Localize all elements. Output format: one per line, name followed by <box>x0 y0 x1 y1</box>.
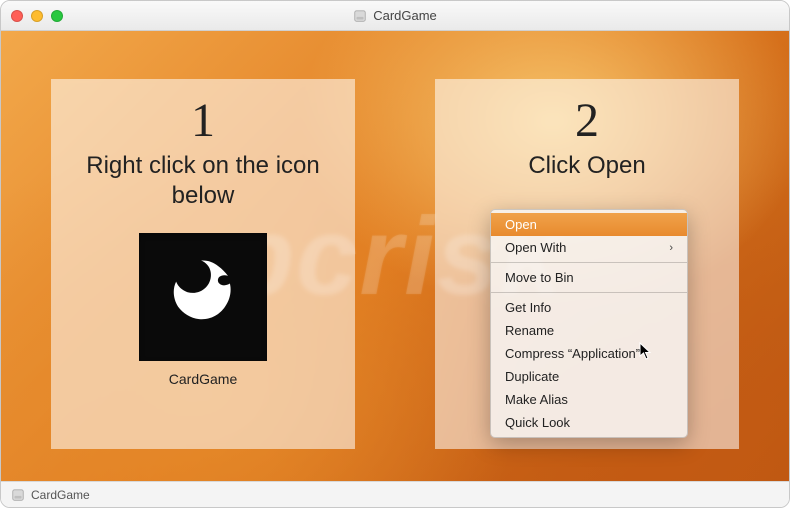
statusbar: CardGame <box>1 481 789 507</box>
menu-item-move-to-bin[interactable]: Move to Bin <box>491 266 687 289</box>
menu-separator <box>491 292 687 293</box>
disk-icon <box>11 488 25 502</box>
menu-separator <box>491 262 687 263</box>
menu-item-open-label: Open <box>505 217 537 232</box>
content-area: pcrisk 1 Right click on the icon below C… <box>1 31 789 481</box>
menu-item-make-alias-label: Make Alias <box>505 392 568 407</box>
menu-item-open-with[interactable]: Open With › <box>491 236 687 259</box>
menu-item-open[interactable]: Open <box>491 213 687 236</box>
disk-icon <box>353 9 367 23</box>
traffic-lights <box>11 10 63 22</box>
menu-item-get-info-label: Get Info <box>505 300 551 315</box>
menu-item-open-with-label: Open With <box>505 240 566 255</box>
menu-item-quick-look[interactable]: Quick Look <box>491 411 687 434</box>
step1-text: Right click on the icon below <box>51 145 355 211</box>
step2-text: Click Open <box>435 145 739 181</box>
menu-item-move-to-bin-label: Move to Bin <box>505 270 574 285</box>
menu-item-get-info[interactable]: Get Info <box>491 296 687 319</box>
close-button[interactable] <box>11 10 23 22</box>
menu-item-quick-look-label: Quick Look <box>505 415 570 430</box>
window-title: CardGame <box>1 8 789 23</box>
step1-panel: 1 Right click on the icon below CardGame <box>51 79 355 449</box>
app-icon-label: CardGame <box>139 371 267 387</box>
dragon-icon <box>155 249 251 345</box>
menu-item-rename-label: Rename <box>505 323 554 338</box>
statusbar-label: CardGame <box>31 488 90 502</box>
chevron-right-icon: › <box>669 242 673 254</box>
step2-panel: 2 Click Open Open Open With › Move to Bi… <box>435 79 739 449</box>
menu-item-duplicate[interactable]: Duplicate <box>491 365 687 388</box>
menu-item-make-alias[interactable]: Make Alias <box>491 388 687 411</box>
window-title-text: CardGame <box>373 8 437 23</box>
step1-number: 1 <box>51 79 355 145</box>
app-icon-container: CardGame <box>139 233 267 387</box>
titlebar: CardGame <box>1 1 789 31</box>
menu-item-compress[interactable]: Compress “Application” <box>491 342 687 365</box>
installer-window: CardGame pcrisk 1 Right click on the ico… <box>0 0 790 508</box>
menu-item-rename[interactable]: Rename <box>491 319 687 342</box>
step2-number: 2 <box>435 79 739 145</box>
app-icon[interactable] <box>139 233 267 361</box>
context-menu: Open Open With › Move to Bin Get Info Re… <box>490 209 688 438</box>
menu-item-duplicate-label: Duplicate <box>505 369 559 384</box>
minimize-button[interactable] <box>31 10 43 22</box>
zoom-button[interactable] <box>51 10 63 22</box>
menu-item-compress-label: Compress “Application” <box>505 346 640 361</box>
